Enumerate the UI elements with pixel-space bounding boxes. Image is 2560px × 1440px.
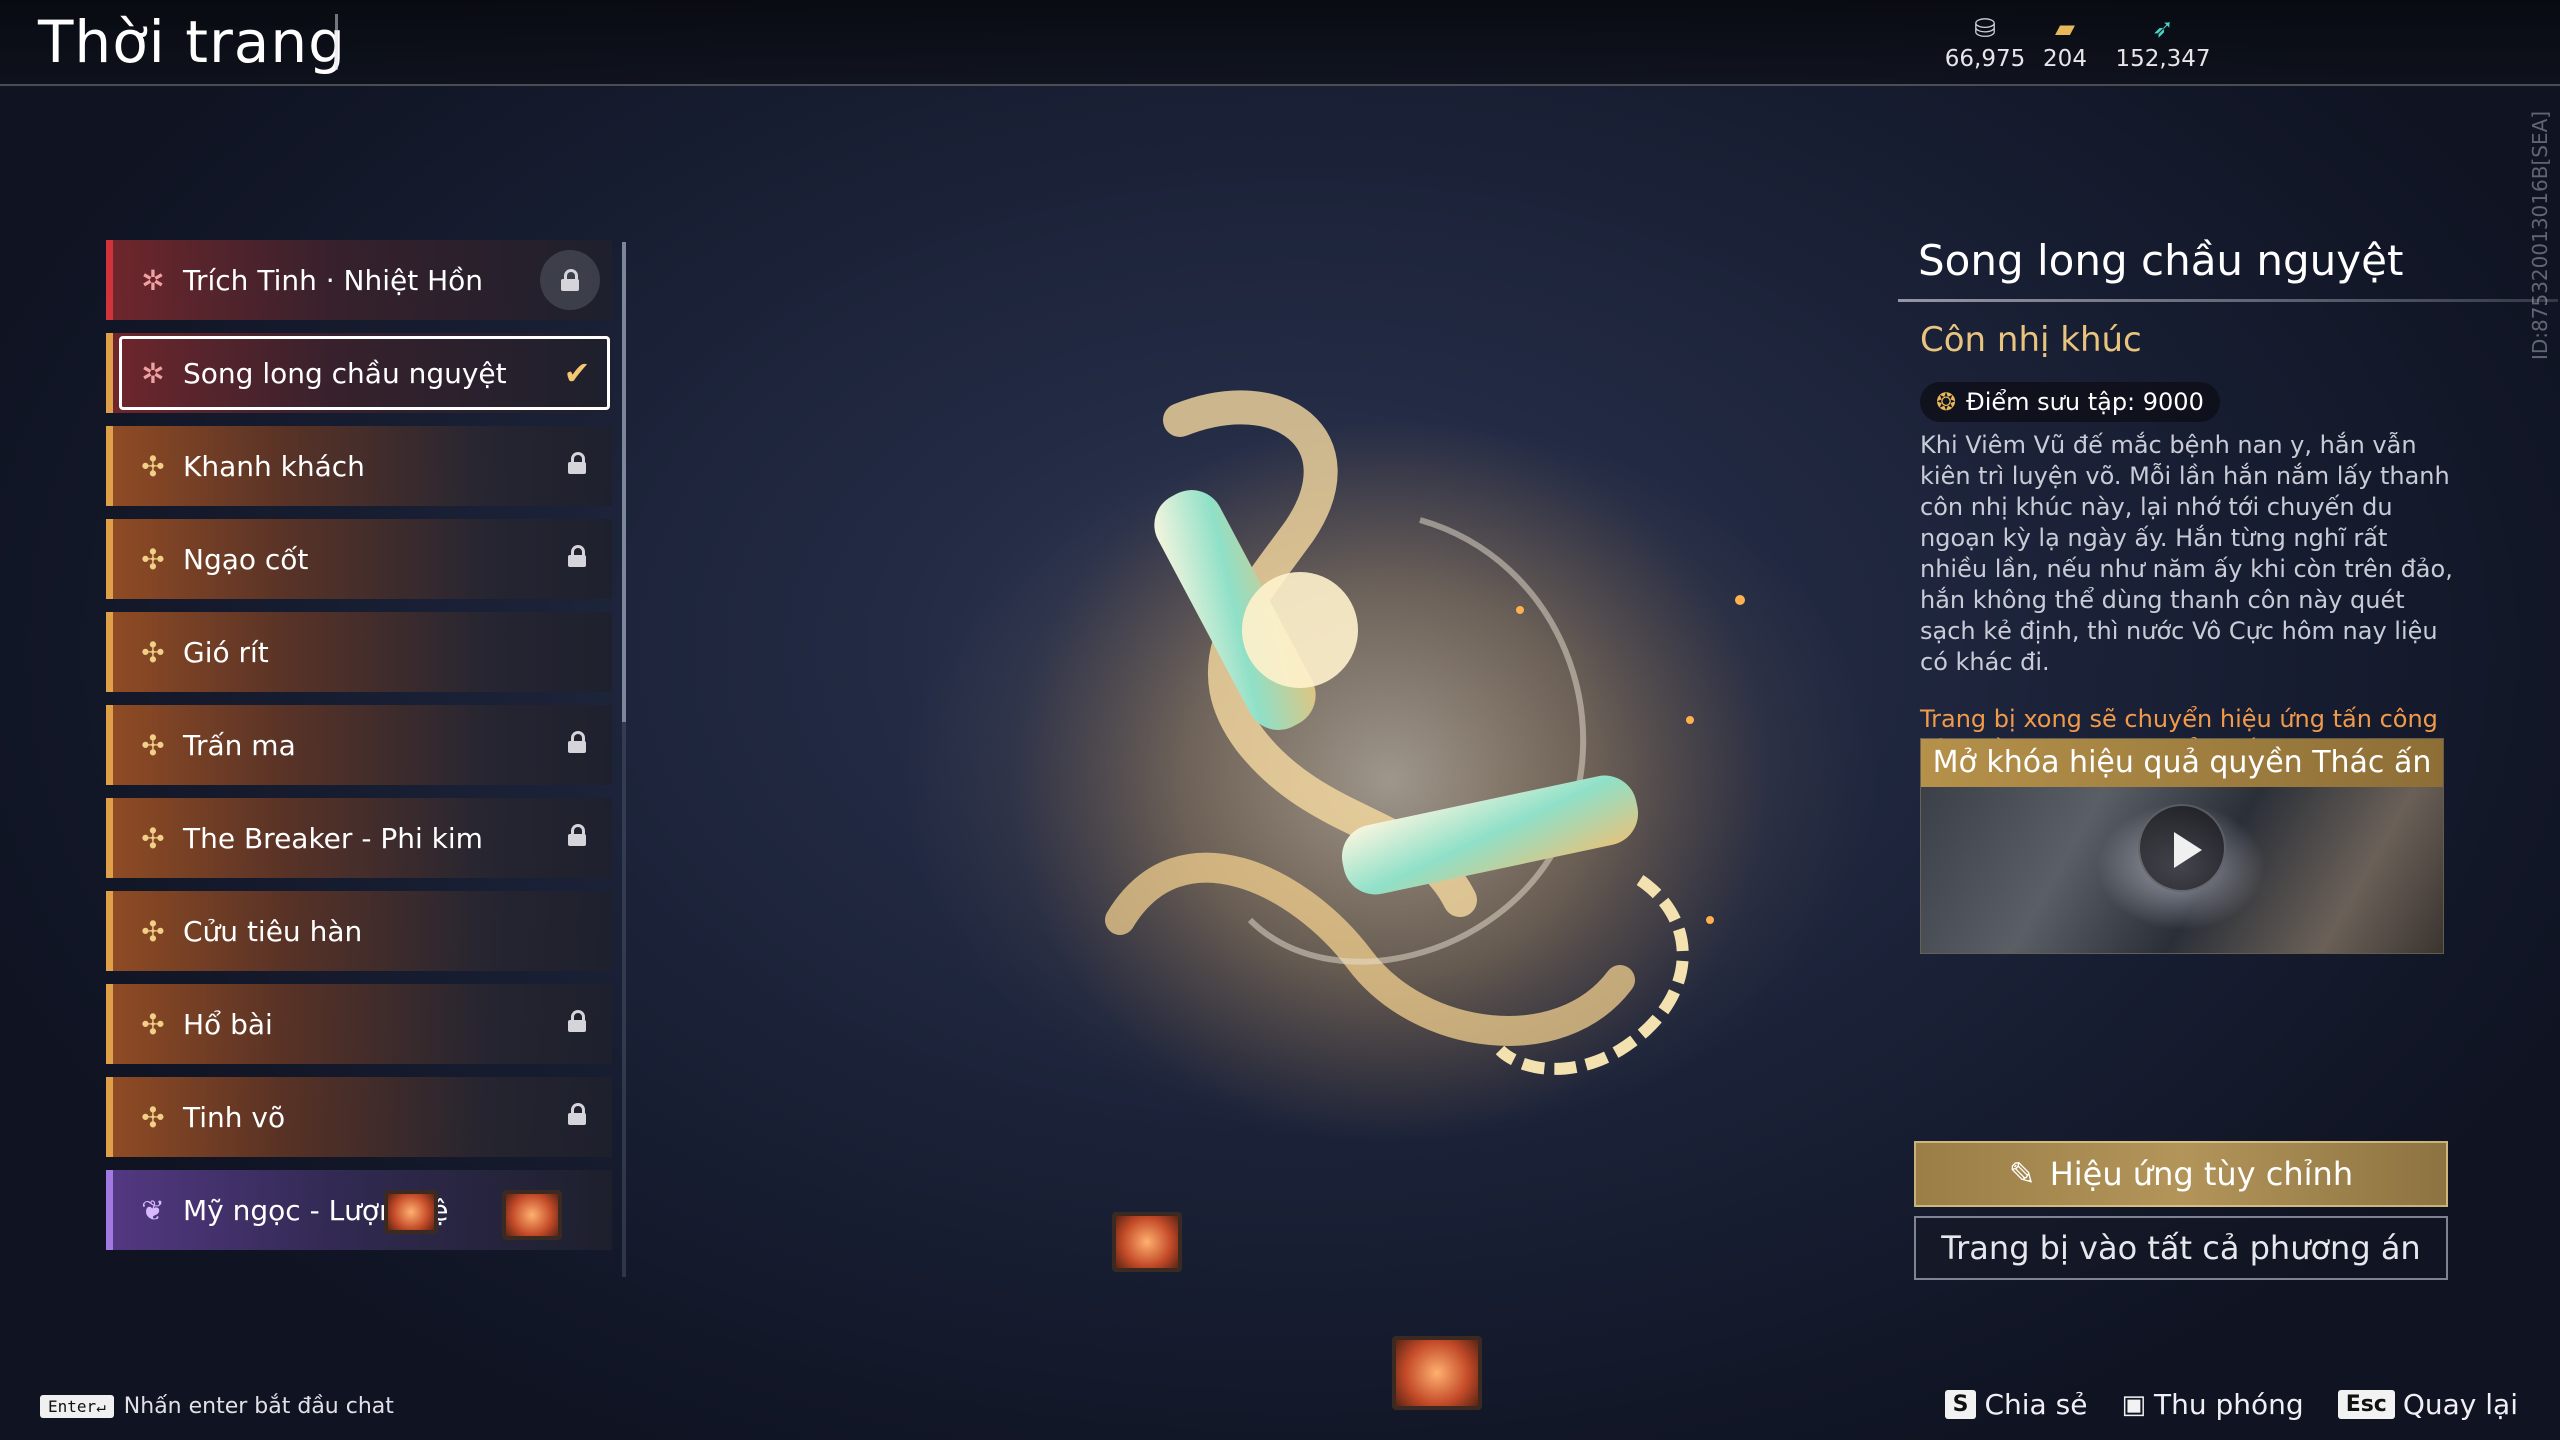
s-key-chip: S: [1944, 1390, 1977, 1419]
name-divider: [1898, 299, 2558, 302]
floating-lantern: [384, 1190, 438, 1234]
list-item-label: Song long chầu nguyệt: [183, 356, 507, 390]
list-item[interactable]: ✲ Trích Tinh · Nhiệt Hồn: [106, 240, 612, 320]
lock-icon: [542, 730, 612, 760]
cross-emblem-icon: ✣: [141, 1100, 165, 1134]
title-divider: [335, 14, 338, 70]
chat-hint[interactable]: Enter↵ Nhấn enter bắt đầu chat: [40, 1394, 394, 1419]
collection-points-badge: ❂ Điểm sưu tập: 9000: [1920, 382, 2220, 422]
list-item[interactable]: ✣ Trấn ma: [106, 705, 612, 785]
item-name: Song long chầu nguyệt: [1918, 236, 2404, 285]
list-item[interactable]: ✣ Hổ bài: [106, 984, 612, 1064]
cross-emblem-icon: ✣: [141, 542, 165, 576]
magic-wand-icon: ✎: [2008, 1155, 2036, 1193]
lock-icon: [542, 1009, 612, 1039]
hotkey-bar: S Chia sẻ ▣ Thu phóng Esc Quay lại: [1944, 1388, 2518, 1421]
list-item[interactable]: ✣ Ngạo cốt: [106, 519, 612, 599]
feather-icon: ➶: [2152, 14, 2174, 44]
video-thumbnail[interactable]: [1921, 787, 2443, 953]
lock-icon: [542, 451, 612, 481]
cross-emblem-icon: ✣: [141, 821, 165, 855]
zoom-hotkey[interactable]: ▣ Thu phóng: [2121, 1388, 2303, 1421]
share-label: Chia sẻ: [1984, 1388, 2088, 1421]
list-item-label: Trấn ma: [183, 728, 296, 762]
currency-value: 204: [2043, 46, 2087, 72]
flower-emblem-icon: ✲: [141, 356, 165, 390]
floating-lantern: [502, 1190, 562, 1240]
fashion-item-list: ✲ Trích Tinh · Nhiệt Hồn ✲ Song long chầ…: [106, 240, 612, 1280]
cross-emblem-icon: ✣: [141, 1007, 165, 1041]
list-item-label: Ngạo cốt: [183, 542, 309, 576]
gem-emblem-icon: ❦: [141, 1193, 165, 1227]
currency-value: 152,347: [2115, 46, 2211, 72]
zoom-label: Thu phóng: [2154, 1388, 2304, 1421]
spark: [1735, 595, 1745, 605]
list-scrollbar-thumb[interactable]: [622, 242, 626, 722]
top-bar: Thời trang ⛁ 66,975 ▰ 204 ➶ 152,347: [0, 0, 2560, 86]
list-item-label: Mỹ ngọc - Lượng lệ: [183, 1193, 449, 1227]
back-hotkey[interactable]: Esc Quay lại: [2337, 1388, 2518, 1421]
chat-hint-text: Nhấn enter bắt đầu chat: [123, 1394, 394, 1419]
currency-feathers: ➶ 152,347: [2108, 14, 2218, 72]
weapon-preview-artwork[interactable]: [1000, 360, 1860, 1180]
list-item-label: Trích Tinh · Nhiệt Hồn: [183, 263, 484, 297]
weapon-glow: [1010, 420, 1770, 1140]
collection-medal-icon: ❂: [1936, 388, 1957, 416]
spark: [1706, 916, 1714, 924]
list-item[interactable]: ✣ Tinh võ: [106, 1077, 612, 1157]
list-item-label: Cửu tiêu hàn: [183, 914, 363, 948]
enter-key-chip: Enter↵: [40, 1395, 114, 1418]
cross-emblem-icon: ✣: [141, 449, 165, 483]
list-item[interactable]: ✣ Khanh khách: [106, 426, 612, 506]
lock-icon: [542, 544, 612, 574]
spark: [1686, 716, 1694, 724]
item-type: Côn nhị khúc: [1920, 320, 2142, 360]
share-hotkey[interactable]: S Chia sẻ: [1944, 1388, 2088, 1421]
item-description: Khi Viêm Vũ đế mắc bệnh nan y, hắn vẫn k…: [1920, 431, 2453, 676]
cross-emblem-icon: ✣: [141, 635, 165, 669]
list-item-label: Gió rít: [183, 635, 269, 669]
custom-effect-button[interactable]: ✎ Hiệu ứng tùy chỉnh: [1914, 1141, 2448, 1207]
lock-icon: [540, 250, 600, 310]
currency-chests: ▰ 204: [2030, 14, 2100, 72]
list-item[interactable]: ✣ Gió rít: [106, 612, 612, 692]
check-icon: ✔: [563, 354, 591, 392]
lock-icon: [542, 1102, 612, 1132]
cross-emblem-icon: ✣: [141, 728, 165, 762]
list-item[interactable]: ✣ Cửu tiêu hàn: [106, 891, 612, 971]
page-title: Thời trang: [38, 8, 346, 76]
play-icon[interactable]: [2138, 804, 2226, 892]
spark: [1516, 606, 1524, 614]
custom-effect-label: Hiệu ứng tùy chỉnh: [2049, 1155, 2354, 1193]
floating-lantern: [1392, 1336, 1482, 1410]
esc-key-chip: Esc: [2337, 1390, 2395, 1419]
list-item-label: Tinh võ: [183, 1100, 286, 1134]
item-detail-panel: Song long chầu nguyệt Côn nhị khúc ❂ Điể…: [1898, 236, 2558, 766]
lock-icon: [542, 823, 612, 853]
coin-stack-icon: ⛁: [1974, 14, 1996, 44]
floating-lantern: [1112, 1212, 1182, 1272]
list-item-label: The Breaker - Phi kim: [183, 821, 483, 855]
list-item-selected[interactable]: ✲ Song long chầu nguyệt ✔: [106, 333, 612, 413]
flower-emblem-icon: ✲: [141, 263, 165, 297]
list-item-label: Khanh khách: [183, 449, 365, 483]
mouse-wheel-icon: ▣: [2121, 1389, 2147, 1420]
treasure-chest-icon: ▰: [2055, 14, 2075, 44]
list-item[interactable]: ✣ The Breaker - Phi kim: [106, 798, 612, 878]
list-item-label: Hổ bài: [183, 1007, 273, 1041]
effect-preview-video[interactable]: Mở khóa hiệu quả quyền Thác ấn: [1920, 738, 2444, 954]
equip-all-button[interactable]: Trang bị vào tất cả phương án: [1914, 1216, 2448, 1280]
currency-value: 66,975: [1944, 46, 2026, 72]
player-id-label: ID:875320013016B[SEA]: [2528, 110, 2552, 360]
cross-emblem-icon: ✣: [141, 914, 165, 948]
collection-points-text: Điểm sưu tập: 9000: [1966, 388, 2204, 416]
currency-coins: ⛁ 66,975: [1930, 14, 2040, 72]
back-label: Quay lại: [2402, 1388, 2518, 1421]
video-title: Mở khóa hiệu quả quyền Thác ấn: [1921, 739, 2443, 787]
moon-orb: [1242, 572, 1358, 688]
